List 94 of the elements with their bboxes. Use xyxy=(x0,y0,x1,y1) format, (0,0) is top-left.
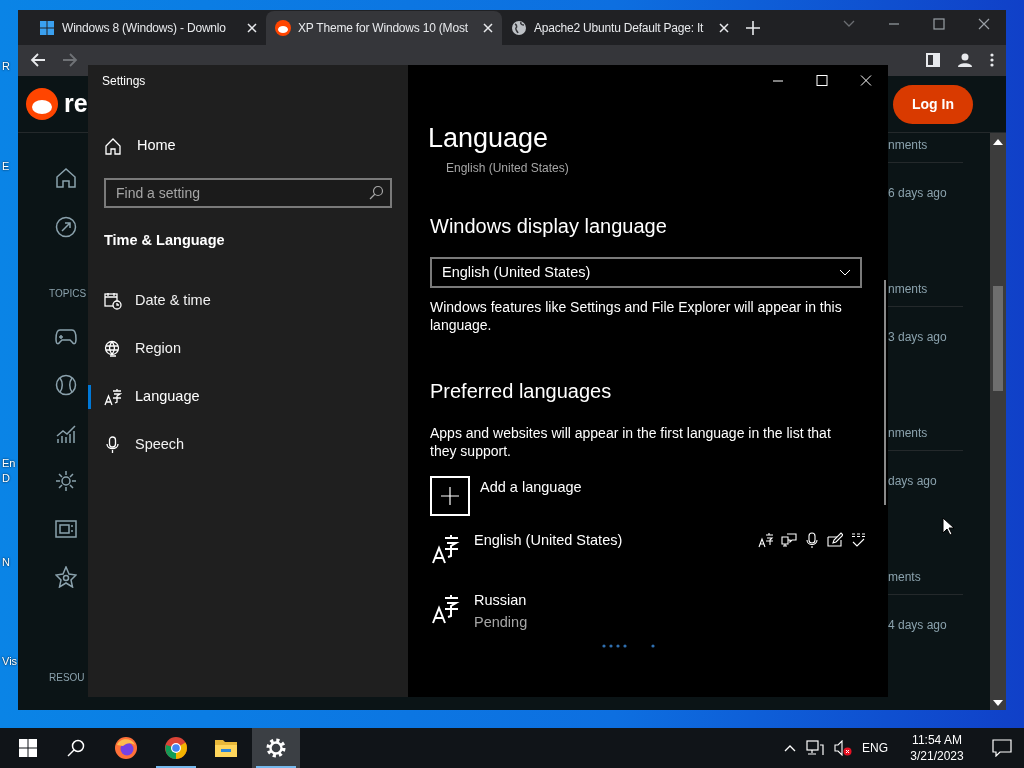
logo-icon xyxy=(26,88,58,120)
comments-link[interactable]: nments xyxy=(888,426,928,440)
speaker-muted-icon[interactable] xyxy=(834,740,852,756)
taskbar-button[interactable] xyxy=(252,728,300,768)
comments-link[interactable]: nments xyxy=(888,282,928,296)
pen-icon xyxy=(827,532,843,548)
sidebar-icon[interactable] xyxy=(926,53,940,68)
language-icon xyxy=(758,532,774,548)
home-link[interactable]: Home xyxy=(137,135,176,157)
microphone-icon xyxy=(104,436,122,454)
chrome-icon xyxy=(164,736,188,760)
section-heading: RESOU xyxy=(49,670,85,685)
network-icon[interactable] xyxy=(806,740,824,756)
desktop-icon-label: R xyxy=(2,59,10,74)
add-button[interactable] xyxy=(430,476,470,516)
microphone-icon xyxy=(804,532,820,548)
logo-text: re xyxy=(64,88,88,120)
windows-logo-icon[interactable] xyxy=(19,739,37,757)
gamepad-icon[interactable] xyxy=(55,328,77,346)
scroll-up-icon[interactable] xyxy=(993,139,1003,145)
chart-icon[interactable] xyxy=(55,422,77,444)
nav-item[interactable]: Speech xyxy=(135,434,185,456)
desktop-icon-label: En xyxy=(2,456,16,471)
add-language-link[interactable]: Add a language xyxy=(480,477,582,516)
language-icon[interactable] xyxy=(430,534,460,564)
search-icon[interactable] xyxy=(67,739,85,757)
tv-icon[interactable] xyxy=(55,519,77,539)
spellcheck-icon xyxy=(850,532,866,548)
desktop-icon-label: N xyxy=(2,555,10,570)
search-field[interactable]: Find a setting xyxy=(104,178,392,208)
status-text: Pending xyxy=(474,612,528,632)
clock-date[interactable]: 3/21/2023 xyxy=(898,748,976,764)
folder-icon xyxy=(214,737,238,759)
scrollbar-thumb[interactable] xyxy=(993,286,1003,391)
nav-item[interactable]: Date & time xyxy=(135,290,211,312)
browser-tab[interactable]: XP Theme for Windows 10 (Most xyxy=(266,10,502,45)
back-arrow-icon[interactable] xyxy=(30,52,46,69)
language-icon[interactable] xyxy=(430,594,460,624)
windows-logo-icon xyxy=(39,19,55,36)
firefox-icon xyxy=(114,736,138,760)
forward-arrow-icon[interactable] xyxy=(62,52,78,69)
post-age: 6 days ago xyxy=(888,186,947,200)
desktop-icon-label: D xyxy=(2,471,10,486)
section-heading: Windows display language xyxy=(430,215,667,237)
search-icon xyxy=(368,185,384,201)
logo-icon xyxy=(275,19,291,36)
description-text: Windows features like Settings and File Explorer will appear in this language. xyxy=(430,298,843,334)
home-icon[interactable] xyxy=(55,166,77,189)
window-title: Settings xyxy=(102,74,146,88)
browser-tab[interactable]: Windows 8 (Windows) - Downlo xyxy=(30,10,266,45)
cursor-icon xyxy=(942,517,954,536)
plus-icon[interactable] xyxy=(746,21,760,36)
profile-icon[interactable] xyxy=(958,53,972,68)
nav-item[interactable]: Region xyxy=(135,338,181,360)
scroll-down-icon[interactable] xyxy=(993,700,1003,706)
desktop-icon-label: E xyxy=(2,159,10,174)
desktop-icon-label: Vis xyxy=(2,654,18,669)
post-age: 4 days ago xyxy=(888,618,947,632)
post-age: days ago xyxy=(888,474,937,488)
category-heading: Time & Language xyxy=(104,232,225,248)
post-age: 3 days ago xyxy=(888,330,947,344)
page-title: Language xyxy=(428,123,549,153)
comments-link[interactable]: nments xyxy=(888,138,928,152)
browser-tab[interactable]: Apache2 Ubuntu Default Page: It xyxy=(502,10,738,45)
language-dropdown[interactable]: English (United States) xyxy=(430,257,862,288)
globe-icon xyxy=(511,19,527,36)
nav-item[interactable]: Language xyxy=(135,386,200,408)
input-language-indicator[interactable]: ENG xyxy=(862,739,888,757)
popular-icon[interactable] xyxy=(55,215,77,238)
scrollbar[interactable] xyxy=(884,280,886,505)
language-name: English (United States) xyxy=(446,161,569,175)
sun-icon[interactable] xyxy=(55,470,77,492)
login-button[interactable]: Log In xyxy=(893,84,973,124)
chevron-down-icon[interactable] xyxy=(843,20,855,28)
section-heading: Preferred languages xyxy=(430,380,612,402)
section-heading: TOPICS xyxy=(49,286,87,301)
clock-time[interactable]: 11:54 AM xyxy=(898,732,976,748)
chevron-down-icon xyxy=(840,269,850,276)
more-menu-icon[interactable] xyxy=(990,53,994,68)
ball-icon[interactable] xyxy=(55,374,77,396)
calendar-clock-icon xyxy=(104,292,122,310)
language-name[interactable]: Russian xyxy=(474,590,528,612)
chevron-up-icon[interactable] xyxy=(784,744,796,752)
notification-icon[interactable] xyxy=(992,739,1012,757)
close-icon[interactable] xyxy=(978,18,990,30)
language-name[interactable]: English (United States) xyxy=(474,530,623,552)
description-text: Apps and websites will appear in the first language in the list that they support. xyxy=(430,424,832,460)
star-icon[interactable] xyxy=(55,566,77,588)
plus-icon xyxy=(441,487,459,505)
monitor-bubble-icon xyxy=(781,532,797,548)
gear-icon xyxy=(265,737,287,759)
globe-pin-icon xyxy=(104,340,122,358)
language-icon xyxy=(104,388,122,406)
comments-link[interactable]: ments xyxy=(888,570,921,584)
